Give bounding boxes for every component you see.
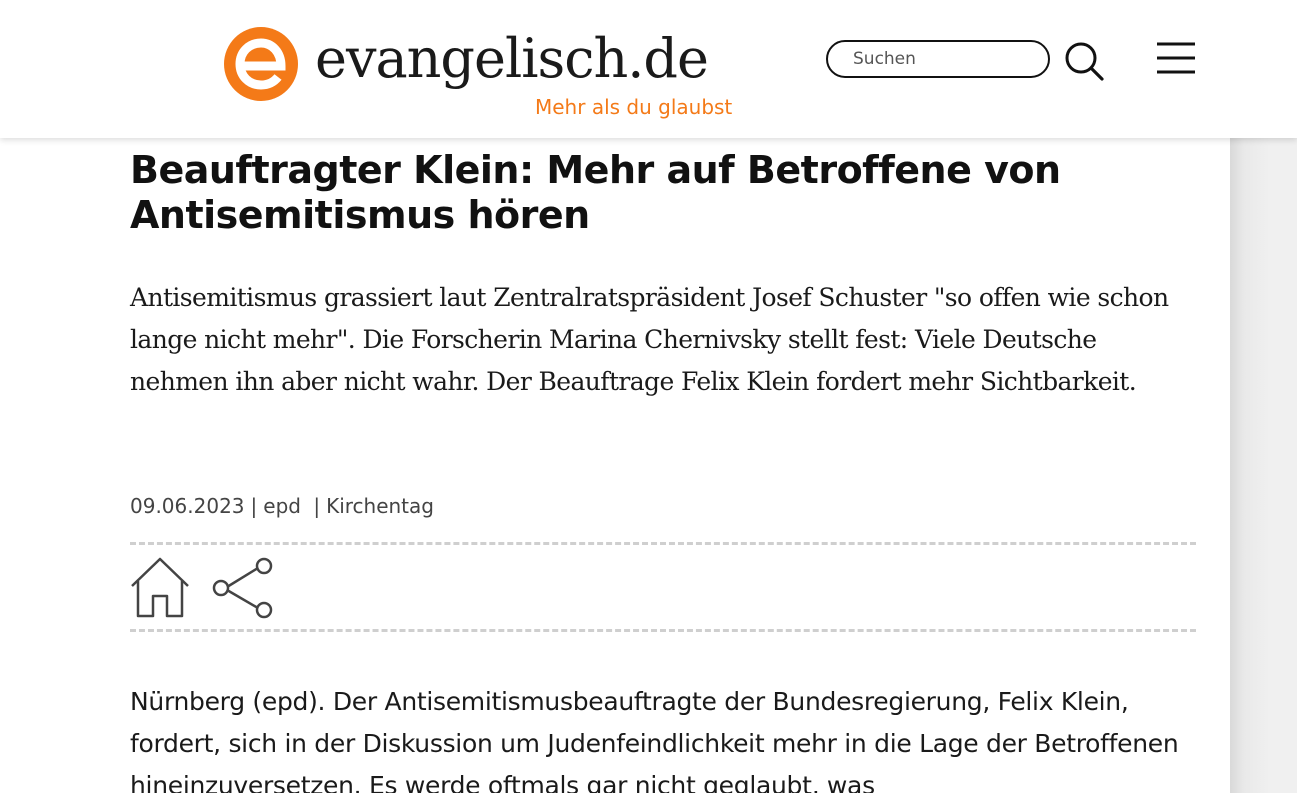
share-icon <box>212 557 273 619</box>
menu-button[interactable] <box>1155 40 1197 76</box>
page: evangelisch.de Mehr als du glaubst Beauf… <box>0 0 1297 793</box>
hamburger-menu-icon <box>1157 42 1195 74</box>
article-lead: Antisemitismus grassiert laut Zentralrat… <box>130 283 1169 396</box>
search-button[interactable] <box>1062 40 1106 82</box>
home-button[interactable] <box>130 556 190 618</box>
search-icon <box>1065 42 1104 81</box>
home-icon <box>131 557 189 618</box>
site-logo-text[interactable]: evangelisch.de <box>315 22 709 96</box>
evangelisch-e-logo-icon[interactable] <box>224 27 298 101</box>
share-button[interactable] <box>211 557 275 619</box>
article-source: epd <box>263 494 301 518</box>
search-input[interactable] <box>826 40 1050 78</box>
article-date: 09.06.2023 <box>130 494 245 518</box>
article-body: Nürnberg (epd). Der Antisemitismusbeauft… <box>130 687 1179 793</box>
divider <box>130 542 1196 545</box>
site-tagline: Mehr als du glaubst <box>535 95 733 119</box>
meta-separator: | <box>306 494 321 518</box>
article-headline: Beauftragter Klein: Mehr auf Betroffene … <box>130 148 1061 237</box>
article-category-link[interactable]: Kirchentag <box>326 494 434 518</box>
article-meta: 09.06.2023 | epd | Kirchentag <box>130 491 434 521</box>
divider <box>130 629 1196 632</box>
side-shadow <box>1230 138 1297 793</box>
site-header: evangelisch.de Mehr als du glaubst <box>0 0 1297 138</box>
meta-separator: | <box>250 494 258 518</box>
